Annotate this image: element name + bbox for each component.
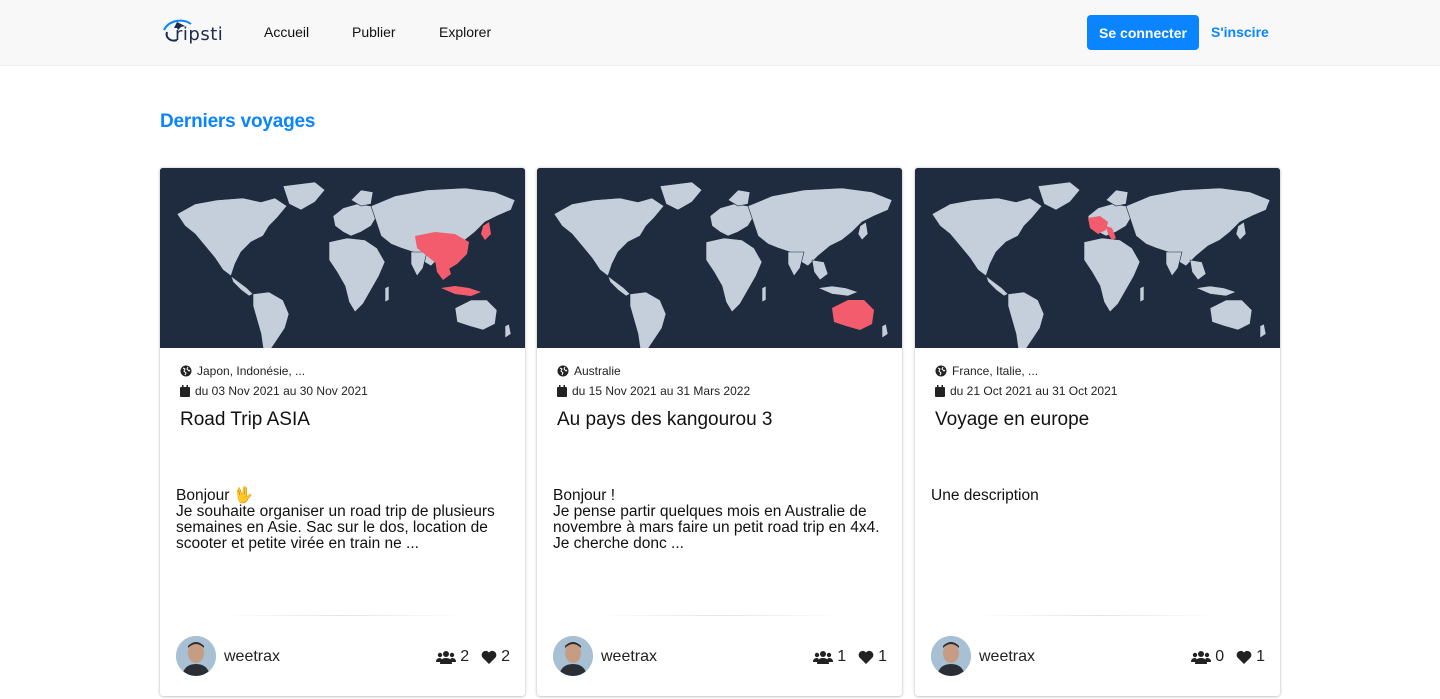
trip-title[interactable]: Road Trip ASIA [180,409,310,431]
globe-icon [557,365,569,377]
card-divider [220,615,465,616]
trip-dates-text: du 21 Oct 2021 au 31 Oct 2021 [950,384,1118,398]
likes-count[interactable]: 1 [858,648,887,666]
trip-author[interactable]: weetrax [979,648,1035,666]
users-icon [813,651,834,664]
calendar-icon [935,385,945,397]
trip-author[interactable]: weetrax [601,648,657,666]
card-divider [975,615,1220,616]
nav-link-explore[interactable]: Explorer [439,24,491,40]
section-title: Derniers voyages [160,111,316,132]
trip-map [537,168,902,348]
likes-count[interactable]: 1 [1236,648,1265,666]
nav-link-publish[interactable]: Publier [352,24,396,40]
trip-description-line: Une description [931,487,1039,504]
trip-description: Une description [931,488,1266,504]
trip-map [915,168,1280,348]
trip-description: Bonjour ! Je pense partir quelques mois … [553,488,888,552]
trip-stats: 0 1 [1179,648,1265,666]
trip-countries: Australie [557,364,621,378]
trip-card[interactable]: Australie du 15 Nov 2021 au 31 Mars 2022… [537,168,902,696]
trip-countries-text: Australie [574,364,621,378]
brand-logo[interactable]: ripsti [161,16,225,48]
globe-icon [180,365,192,377]
trip-countries: Japon, Indonésie, ... [180,364,305,378]
trip-description-line: Bonjour 🖖 [176,487,254,504]
trip-dates: du 15 Nov 2021 au 31 Mars 2022 [557,384,750,398]
trip-dates: du 21 Oct 2021 au 31 Oct 2021 [935,384,1117,398]
heart-icon[interactable] [1236,650,1252,664]
login-button[interactable]: Se connecter [1087,15,1199,50]
trip-title[interactable]: Au pays des kangourou 3 [557,409,773,431]
trip-author[interactable]: weetrax [224,648,280,666]
avatar[interactable] [553,636,593,676]
avatar[interactable] [931,636,971,676]
likes-value: 1 [1256,648,1265,665]
likes-value: 2 [501,648,510,665]
participants-value: 1 [837,648,847,665]
participants-value: 0 [1215,648,1225,665]
participants-count: 1 [813,648,846,666]
heart-icon[interactable] [481,650,497,664]
trip-map [160,168,525,348]
trip-description-line: Bonjour ! [553,487,616,504]
trip-description: Bonjour 🖖 Je souhaite organiser un road … [176,488,511,552]
trip-description-line: Je pense partir quelques mois en Austral… [553,503,880,536]
trip-dates-text: du 15 Nov 2021 au 31 Mars 2022 [572,384,751,398]
likes-count[interactable]: 2 [481,648,510,666]
trip-description-line: Je cherche donc ... [553,535,684,552]
users-icon [1191,651,1212,664]
trip-countries: France, Italie, ... [935,364,1038,378]
trip-dates-text: du 03 Nov 2021 au 30 Nov 2021 [195,384,368,398]
participants-value: 2 [460,648,470,665]
trip-dates: du 03 Nov 2021 au 30 Nov 2021 [180,384,368,398]
calendar-icon [180,385,190,397]
card-divider [597,615,842,616]
calendar-icon [557,385,567,397]
top-navbar: ripsti Accueil Publier Explorer Se conne… [0,0,1440,66]
trip-card[interactable]: Japon, Indonésie, ... du 03 Nov 2021 au … [160,168,525,696]
brand-name: ripsti [175,24,224,45]
trip-stats: 1 1 [801,648,887,666]
trip-stats: 2 2 [424,648,510,666]
globe-icon [935,365,947,377]
trip-description-line: Je souhaite organiser un road trip de pl… [176,503,495,552]
nav-link-home[interactable]: Accueil [264,24,309,40]
avatar[interactable] [176,636,216,676]
participants-count: 2 [436,648,469,666]
trip-card[interactable]: France, Italie, ... du 21 Oct 2021 au 31… [915,168,1280,696]
trip-countries-text: Japon, Indonésie, ... [197,364,306,378]
heart-icon[interactable] [858,650,874,664]
likes-value: 1 [878,648,887,665]
trip-countries-text: France, Italie, ... [952,364,1039,378]
signup-link[interactable]: S'inscire [1211,24,1269,40]
participants-count: 0 [1191,648,1224,666]
users-icon [436,651,457,664]
trip-title[interactable]: Voyage en europe [935,409,1089,431]
